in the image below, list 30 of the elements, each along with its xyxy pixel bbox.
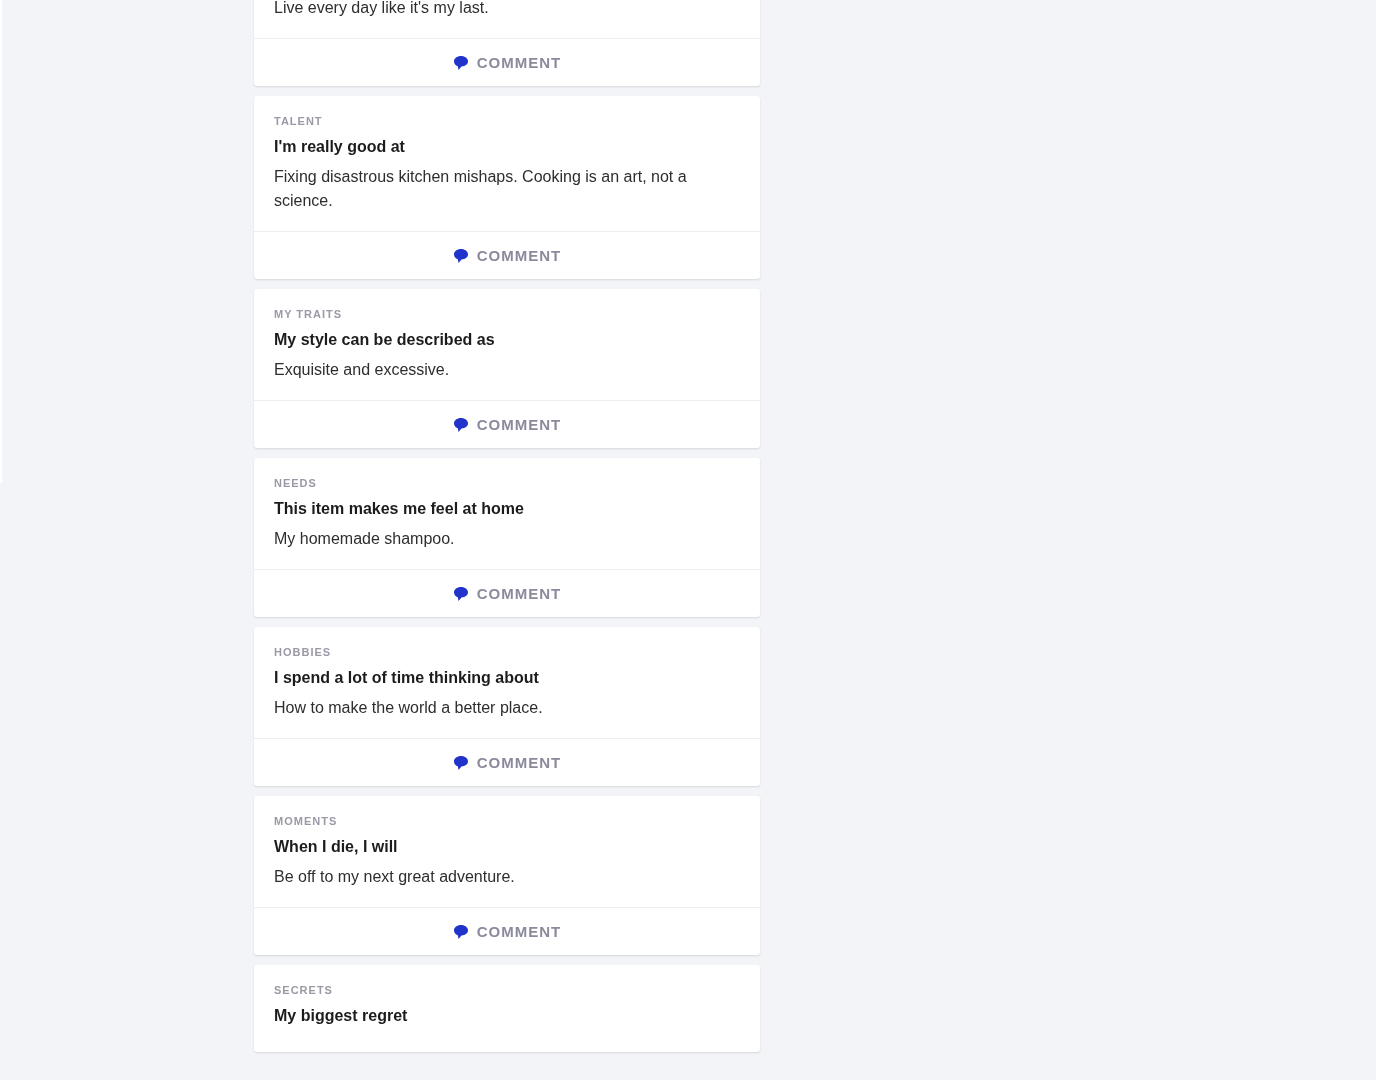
category-label: MY TRAITS xyxy=(274,307,344,321)
answer-text: Live every day like it's my last. xyxy=(274,0,490,18)
category-label: HOBBIES xyxy=(274,645,333,659)
answer-text: Fixing disastrous kitchen mishaps. Cooking is an art, not a science. xyxy=(274,167,688,211)
comment-button[interactable]: COMMENT xyxy=(254,231,760,279)
speech-bubble-icon xyxy=(452,923,469,940)
answer-text: How to make the world a better place. xyxy=(274,698,544,718)
category-label: SECRETS xyxy=(274,983,334,997)
question-text: My biggest regret xyxy=(274,1006,409,1026)
speech-bubble-icon xyxy=(452,754,469,771)
speech-bubble-icon xyxy=(452,54,469,71)
answer-text: Exquisite and excessive. xyxy=(274,360,451,380)
question-text: When I die, I will xyxy=(274,837,399,857)
comment-button[interactable]: COMMENT xyxy=(254,569,760,617)
speech-bubble-icon xyxy=(452,247,469,264)
question-text: My style can be described as xyxy=(274,330,496,350)
speech-bubble-icon xyxy=(452,585,469,602)
comment-button[interactable]: COMMENT xyxy=(254,38,760,86)
category-label: TALENT xyxy=(274,114,324,128)
comment-button[interactable]: COMMENT xyxy=(254,400,760,448)
question-text: I'm really good at xyxy=(274,137,406,157)
comment-button[interactable]: COMMENT xyxy=(254,738,760,786)
category-label: NEEDS xyxy=(274,476,318,490)
comment-button[interactable]: COMMENT xyxy=(254,907,760,955)
answer-text: Be off to my next great adventure. xyxy=(274,867,516,887)
category-label: MOMENTS xyxy=(274,814,339,828)
question-text: This item makes me feel at home xyxy=(274,499,525,519)
answer-text: My homemade shampoo. xyxy=(274,529,456,549)
speech-bubble-icon xyxy=(452,416,469,433)
question-text: I spend a lot of time thinking about xyxy=(274,668,540,688)
